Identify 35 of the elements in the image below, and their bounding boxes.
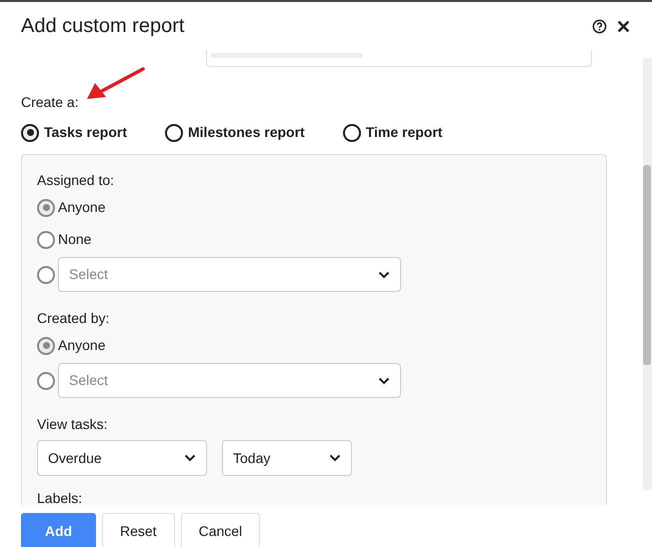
- secondary-button[interactable]: Cancel: [180, 513, 260, 547]
- section-label: Assigned to:: [37, 171, 116, 190]
- section-label: Labels:: [37, 489, 84, 505]
- select-dropdown[interactable]: Select: [58, 257, 401, 292]
- chevron-down-icon: [329, 454, 341, 462]
- report-type-label[interactable]: Time report: [366, 122, 442, 143]
- create-label: Create a:: [21, 93, 80, 112]
- close-icon[interactable]: [617, 20, 630, 32]
- secondary-button[interactable]: Reset: [102, 513, 175, 547]
- chevron-down-icon: [378, 376, 390, 384]
- option-label: Anyone: [58, 198, 106, 217]
- select-dropdown[interactable]: Today: [222, 440, 352, 476]
- radio-button[interactable]: [37, 230, 55, 248]
- help-icon[interactable]: [592, 18, 607, 34]
- radio-button[interactable]: [165, 124, 183, 142]
- section-label: View tasks:: [37, 415, 109, 434]
- dialog-title: Add custom report: [21, 14, 184, 39]
- report-type-label[interactable]: Milestones report: [188, 122, 305, 143]
- radio-button[interactable]: [37, 198, 55, 216]
- radio-button[interactable]: [37, 266, 55, 284]
- arrow-annotation: [86, 66, 146, 100]
- option-label: Anyone: [58, 336, 106, 355]
- radio-button[interactable]: [37, 372, 55, 390]
- option-label: None: [58, 230, 92, 249]
- select-dropdown[interactable]: Select: [58, 363, 401, 398]
- report-type-label[interactable]: Tasks report: [44, 122, 127, 143]
- radio-button[interactable]: [21, 124, 39, 142]
- radio-button[interactable]: [37, 336, 55, 354]
- add-button[interactable]: Add: [21, 513, 96, 547]
- radio-button[interactable]: [342, 124, 361, 142]
- section-label: Created by:: [37, 309, 110, 328]
- select-dropdown[interactable]: Overdue: [37, 440, 207, 476]
- chevron-down-icon: [378, 270, 390, 278]
- chevron-down-icon: [184, 454, 196, 462]
- scrollbar[interactable]: [643, 58, 652, 490]
